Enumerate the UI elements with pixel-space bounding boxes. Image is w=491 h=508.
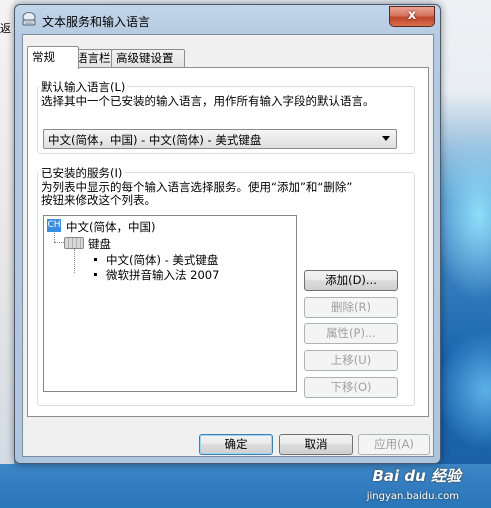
bullet-icon xyxy=(94,273,97,276)
tab-advanced-key-settings-label: 高级键设置 xyxy=(116,51,174,65)
tree-connector xyxy=(74,249,75,273)
tree-node-keyboard[interactable]: 键盘 xyxy=(64,235,184,251)
default-language-group-label: 默认输入语言(L) xyxy=(39,79,128,95)
tree-item-ms-pinyin-label: 微软拼音输入法 2007 xyxy=(106,268,220,282)
desktop-cut-text: 返 xyxy=(0,22,11,35)
tree-node-language[interactable]: CH 中文(简体，中国) xyxy=(44,216,244,234)
wallpaper-glow-lower xyxy=(436,330,491,450)
tree-item-ms-pinyin[interactable]: 微软拼音输入法 2007 xyxy=(82,267,272,282)
properties-button[interactable]: 属性(P)... xyxy=(304,323,398,344)
installed-services-description-line2: 按钮来修改这个列表。 xyxy=(41,193,156,207)
remove-button[interactable]: 删除(R) xyxy=(304,297,398,318)
apply-button[interactable]: 应用(A) xyxy=(358,434,430,455)
tree-node-keyboard-label: 键盘 xyxy=(88,237,111,251)
default-language-description: 选择其中一个已安装的输入语言，用作所有输入字段的默认语言。 xyxy=(41,94,375,108)
bullet-icon xyxy=(94,258,97,261)
default-language-select[interactable]: 中文(简体，中国) - 中文(简体) - 美式键盘 xyxy=(43,129,397,149)
baidu-jingyan-watermark: Bai du 经验 xyxy=(372,467,461,485)
keyboard-icon xyxy=(64,237,84,249)
desktop-left-edge: 返 xyxy=(0,0,14,508)
add-button[interactable]: 添加(D)... xyxy=(304,270,398,291)
tree-item-us-keyboard-label: 中文(简体) - 美式键盘 xyxy=(106,253,219,267)
move-up-button[interactable]: 上移(U) xyxy=(304,350,398,371)
ok-button[interactable]: 确定 xyxy=(199,434,273,455)
tab-language-bar-label: 语言栏 xyxy=(76,51,111,65)
tree-connector xyxy=(54,233,55,242)
tab-advanced-key-settings[interactable]: 高级键设置 xyxy=(111,49,185,68)
default-language-selected-value: 中文(简体，中国) - 中文(简体) - 美式键盘 xyxy=(48,133,262,147)
tree-node-language-label: 中文(简体，中国) xyxy=(66,220,156,234)
title-bar[interactable]: 文本服务和输入语言 x xyxy=(15,5,440,33)
dialog-client-area: 常规 语言栏 高级键设置 默认输入语言(L) 选择其中一个已安装的输入语言，用作… xyxy=(22,34,434,457)
tree-connector xyxy=(54,242,64,243)
keyboard-globe-icon xyxy=(22,12,36,26)
tab-general[interactable]: 常规 xyxy=(27,46,79,69)
tab-general-label: 常规 xyxy=(32,50,55,64)
installed-services-tree[interactable]: CH 中文(简体，中国) 键盘 中文(简体) - 美式键盘 微软拼音输入法 20… xyxy=(43,215,297,392)
close-icon: x xyxy=(407,8,417,23)
move-down-button[interactable]: 下移(O) xyxy=(304,377,398,398)
tab-panel-general: 默认输入语言(L) 选择其中一个已安装的输入语言，用作所有输入字段的默认语言。 … xyxy=(27,67,429,417)
tree-item-us-keyboard[interactable]: 中文(简体) - 美式键盘 xyxy=(82,252,272,267)
cancel-button[interactable]: 取消 xyxy=(279,434,353,455)
chevron-down-icon xyxy=(382,136,390,141)
text-services-dialog: 文本服务和输入语言 x 常规 语言栏 高级键设置 默认输入语言(L) 选择其中一… xyxy=(14,4,441,464)
language-badge-icon: CH xyxy=(47,219,61,232)
watermark-url: jingyan.baidu.com xyxy=(366,491,459,502)
installed-services-group-label: 已安装的服务(I) xyxy=(39,165,125,181)
window-title: 文本服务和输入语言 xyxy=(42,15,151,29)
close-button[interactable]: x xyxy=(389,6,435,27)
